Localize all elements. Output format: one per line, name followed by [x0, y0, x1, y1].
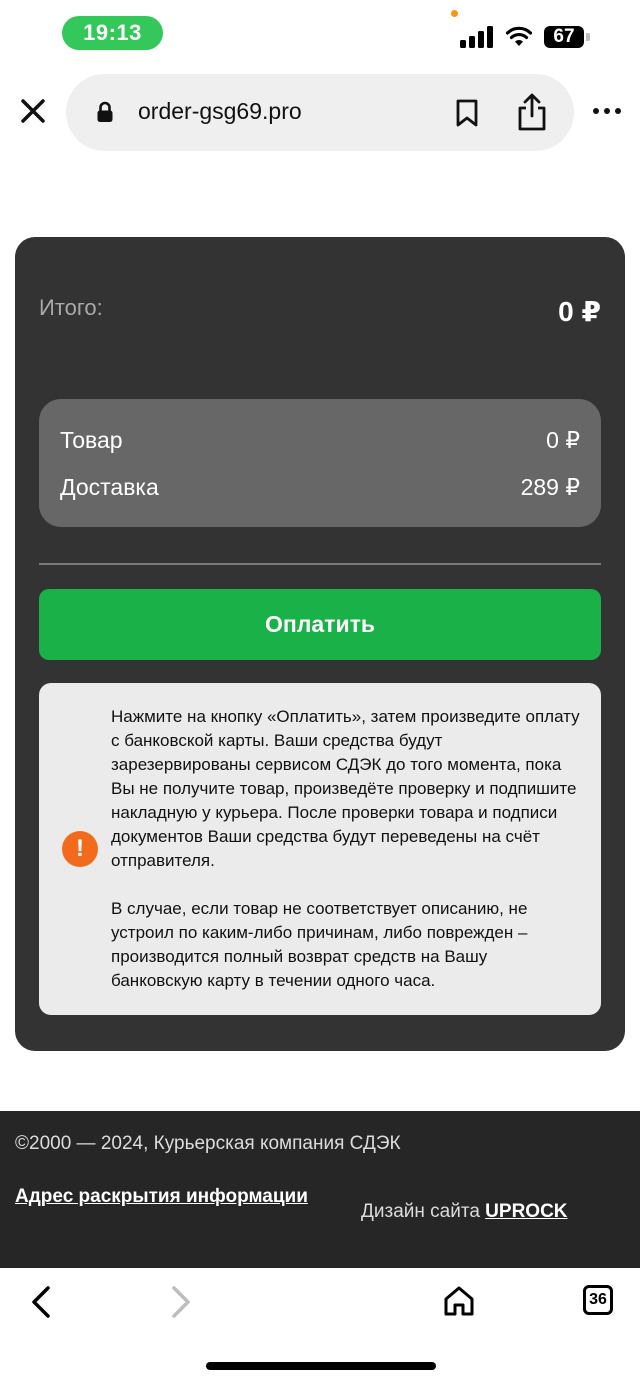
design-credit-prefix: Дизайн сайта: [361, 1201, 480, 1222]
pay-button[interactable]: Оплатить: [39, 589, 601, 660]
alert-icon: !: [62, 831, 98, 867]
delivery-label: Доставка: [60, 474, 159, 500]
payment-info-box: ! Нажмите на кнопку «Оплатить», затем пр…: [39, 683, 601, 1015]
summary-row-delivery: Доставка 289 ₽: [60, 474, 580, 501]
signal-icon: [460, 26, 494, 48]
order-summary: Товар 0 ₽ Доставка 289 ₽: [39, 399, 601, 527]
status-time: 19:13: [62, 16, 163, 50]
wifi-icon: [505, 26, 533, 46]
refund-paragraph: В случае, если товар не соответствует оп…: [111, 899, 528, 990]
design-credit: Дизайн сайта UPROCK: [361, 1201, 568, 1223]
bookmark-icon[interactable]: [454, 98, 480, 128]
checkout-card: Итого: 0 ₽ Товар 0 ₽ Доставка 289 ₽ Опла…: [15, 237, 625, 1051]
tabs-icon[interactable]: 36: [583, 1285, 613, 1315]
forward-icon[interactable]: [166, 1284, 194, 1320]
goods-value: 0 ₽: [546, 427, 580, 453]
more-icon[interactable]: [592, 104, 622, 118]
privacy-indicator-dot: [451, 10, 458, 17]
total-label: Итого:: [39, 295, 103, 320]
info-paragraph: Нажмите на кнопку «Оплатить», затем прои…: [111, 707, 580, 870]
share-icon[interactable]: [516, 92, 548, 132]
divider: [39, 563, 601, 565]
home-indicator: [206, 1362, 436, 1370]
back-icon[interactable]: [28, 1284, 56, 1320]
goods-label: Товар: [60, 427, 123, 453]
lock-icon: [97, 101, 113, 122]
copyright-text: ©2000 — 2024, Курьерская компания СДЭК: [15, 1133, 401, 1154]
summary-row-goods: Товар 0 ₽: [60, 427, 580, 454]
total-value: 0 ₽: [558, 296, 601, 327]
close-icon[interactable]: [18, 96, 48, 126]
browser-toolbar: 36: [0, 1268, 640, 1385]
battery-icon: 67: [544, 26, 584, 48]
delivery-value: 289 ₽: [520, 474, 580, 500]
battery-tip: [586, 33, 590, 41]
status-bar: 19:13 67: [0, 0, 640, 64]
url-text: order-gsg69.pro: [138, 98, 302, 124]
disclosure-link[interactable]: Адрес раскрытия информации: [15, 1186, 308, 1208]
payment-info-text: Нажмите на кнопку «Оплатить», затем прои…: [111, 705, 581, 993]
designer-link[interactable]: UPROCK: [485, 1201, 567, 1222]
site-footer: ©2000 — 2024, Курьерская компания СДЭК А…: [0, 1111, 640, 1268]
address-bar[interactable]: order-gsg69.pro: [66, 74, 574, 151]
home-icon[interactable]: [443, 1285, 475, 1317]
